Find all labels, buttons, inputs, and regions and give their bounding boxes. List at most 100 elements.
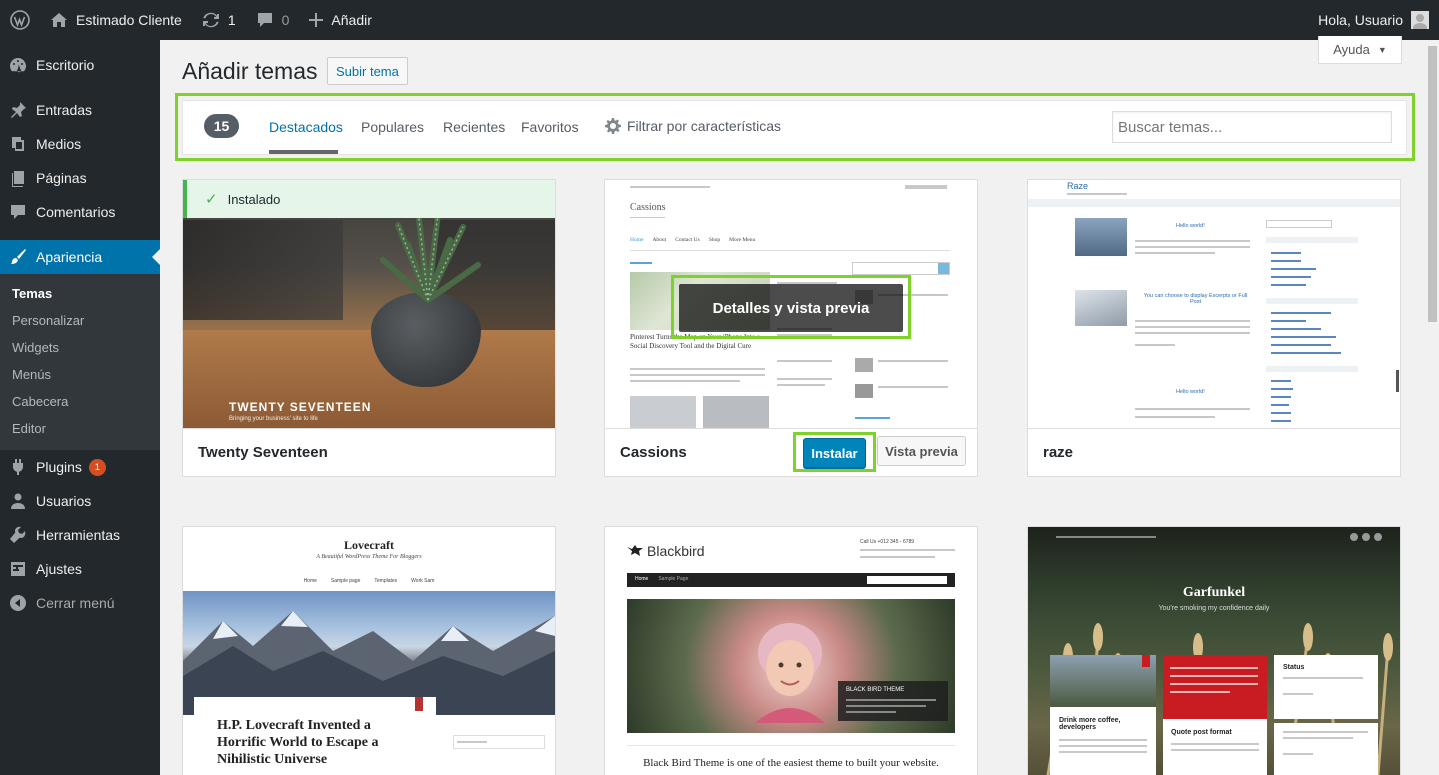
shot-logo: Blackbird (627, 543, 705, 559)
submenu-editor[interactable]: Editor (0, 415, 160, 442)
theme-screenshot[interactable]: Lovecraft A Beautiful WordPress Theme Fo… (183, 527, 555, 775)
avatar (1411, 11, 1429, 29)
comment-icon (9, 203, 27, 221)
shot-post: Hello world! (1176, 223, 1205, 229)
theme-card-twenty-seventeen[interactable]: TWENTY SEVENTEEN Bringing your business'… (182, 179, 556, 477)
dashboard-icon (9, 56, 27, 74)
theme-card-blackbird[interactable]: Blackbird Call Us +012 345 - 6789 Home S… (604, 526, 978, 775)
shot-contact: Call Us +012 345 - 6789 (860, 539, 915, 545)
add-new-label: Añadir (331, 12, 372, 28)
sidebar-item-label: Medios (36, 136, 82, 152)
help-button[interactable]: Ayuda ▼ (1318, 36, 1402, 64)
theme-screenshot[interactable]: Raze Hello world! You can choose to disp… (1028, 180, 1400, 428)
upload-theme-button[interactable]: Subir tema (327, 57, 408, 85)
plant-illustration (380, 207, 481, 303)
shot-nav: Home Sample Page (635, 576, 688, 582)
sidebar-item-medios[interactable]: Medios (0, 127, 160, 161)
page-icon (9, 169, 27, 187)
overlay-highlight (671, 275, 911, 339)
site-name-link[interactable]: Estimado Cliente (40, 0, 192, 40)
comments-link[interactable]: 0 (246, 0, 300, 40)
sidebar-item-herramientas[interactable]: Herramientas (0, 518, 160, 552)
admin-sidebar: Escritorio Entradas Medios Páginas Comen… (0, 40, 160, 775)
submenu-temas[interactable]: Temas (0, 280, 160, 307)
shot-nav-item: Work Sam (411, 578, 435, 584)
tab-favoritos[interactable]: Favoritos (521, 119, 579, 135)
plugin-icon (9, 458, 27, 476)
greeting: Hola, Usuario (1318, 12, 1403, 28)
installed-label: Instalado (227, 191, 281, 207)
theme-card-cassions[interactable]: Cassions Home About Contact Us Shop More… (604, 179, 978, 477)
theme-name: Cassions (620, 444, 687, 461)
tab-destacados[interactable]: Destacados (269, 119, 343, 135)
home-icon (51, 13, 67, 27)
theme-screenshot[interactable]: Garfunkel You're smoking my confidence d… (1028, 527, 1400, 775)
bird-icon (627, 545, 643, 556)
sidebar-item-comentarios[interactable]: Comentarios (0, 195, 160, 229)
sidebar-item-label: Comentarios (36, 204, 116, 220)
sidebar-item-escritorio[interactable]: Escritorio (0, 48, 160, 82)
my-account-link[interactable]: Hola, Usuario (1308, 0, 1439, 40)
shot-title: TWENTY SEVENTEEN (229, 400, 372, 414)
shot-card-title: Drink more coffee, developers (1059, 717, 1121, 731)
sidebar-item-plugins[interactable]: Plugins 1 (0, 450, 160, 484)
shot-title: Blackbird (647, 543, 705, 559)
shot-nav-item: Templates (374, 578, 398, 584)
theme-filter-bar: 15 Destacados Populares Recientes Favori… (182, 100, 1407, 155)
submenu-personalizar[interactable]: Personalizar (0, 307, 160, 334)
preview-button[interactable]: Vista previa (877, 436, 966, 466)
shot-nav-item: Sample Page (658, 576, 689, 582)
sidebar-item-apariencia[interactable]: Apariencia (0, 240, 160, 274)
sidebar-item-usuarios[interactable]: Usuarios (0, 484, 160, 518)
theme-name-bar: Cassions Instalar Vista previa (605, 428, 977, 476)
sidebar-item-label: Escritorio (36, 57, 95, 73)
updates-link[interactable]: 1 (192, 0, 246, 40)
submenu-cabecera[interactable]: Cabecera (0, 388, 160, 415)
theme-name: Twenty Seventeen (183, 428, 555, 476)
pushpin-icon (9, 101, 27, 119)
submenu-widgets[interactable]: Widgets (0, 334, 160, 361)
shot-subtitle: Bringing your business' site to life (229, 416, 318, 422)
shot-nav: Home Sample page Templates Work Sam (183, 578, 555, 584)
wordpress-logo-icon[interactable] (0, 0, 40, 40)
plugins-update-badge: 1 (88, 458, 106, 476)
comment-icon (257, 13, 272, 27)
shot-nav: Home About Contact Us Shop More Menu (630, 237, 755, 243)
plus-icon (309, 13, 324, 27)
shot-post: You can choose to display Excerpts or Fu… (1143, 293, 1248, 305)
theme-card-lovecraft[interactable]: Lovecraft A Beautiful WordPress Theme Fo… (182, 526, 556, 775)
shot-card-title: Quote post format (1171, 729, 1232, 736)
checkmark-icon: ✓ (205, 191, 218, 208)
sidebar-item-label: Ajustes (36, 561, 82, 577)
shot-caption: BLACK BIRD THEME (846, 687, 905, 693)
shot-nav-item: More Menu (729, 237, 756, 243)
sidebar-item-paginas[interactable]: Páginas (0, 161, 160, 195)
comments-count: 0 (281, 12, 290, 28)
users-icon (9, 492, 27, 510)
tab-populares[interactable]: Populares (361, 119, 424, 135)
site-name: Estimado Cliente (76, 12, 182, 28)
scrollbar-thumb[interactable] (1428, 46, 1437, 322)
settings-icon (9, 560, 27, 578)
sidebar-item-label: Páginas (36, 170, 87, 186)
install-button[interactable]: Instalar (803, 438, 866, 468)
collapse-menu-button[interactable]: Cerrar menú (0, 586, 160, 620)
theme-card-garfunkel[interactable]: Garfunkel You're smoking my confidence d… (1027, 526, 1401, 775)
sidebar-item-label: Herramientas (36, 527, 121, 543)
sidebar-item-ajustes[interactable]: Ajustes (0, 552, 160, 586)
collapse-arrow-icon (9, 594, 27, 612)
feature-filter-button[interactable]: Filtrar por características (605, 118, 781, 134)
submenu-menus[interactable]: Menús (0, 361, 160, 388)
sidebar-item-label: Apariencia (36, 249, 103, 265)
theme-search-input[interactable] (1112, 111, 1392, 143)
theme-card-raze[interactable]: Raze Hello world! You can choose to disp… (1027, 179, 1401, 477)
theme-screenshot[interactable]: Blackbird Call Us +012 345 - 6789 Home S… (605, 527, 977, 775)
shot-nav-item: About (652, 237, 667, 243)
shot-title: Cassions (630, 202, 666, 213)
shot-nav-item: Shop (708, 237, 721, 243)
active-tab-indicator (269, 150, 338, 154)
sidebar-item-entradas[interactable]: Entradas (0, 93, 160, 127)
shot-subtitle: A Beautiful WordPress Theme For Bloggers (316, 554, 422, 560)
add-new-link[interactable]: Añadir (299, 0, 381, 40)
tab-recientes[interactable]: Recientes (443, 119, 505, 135)
